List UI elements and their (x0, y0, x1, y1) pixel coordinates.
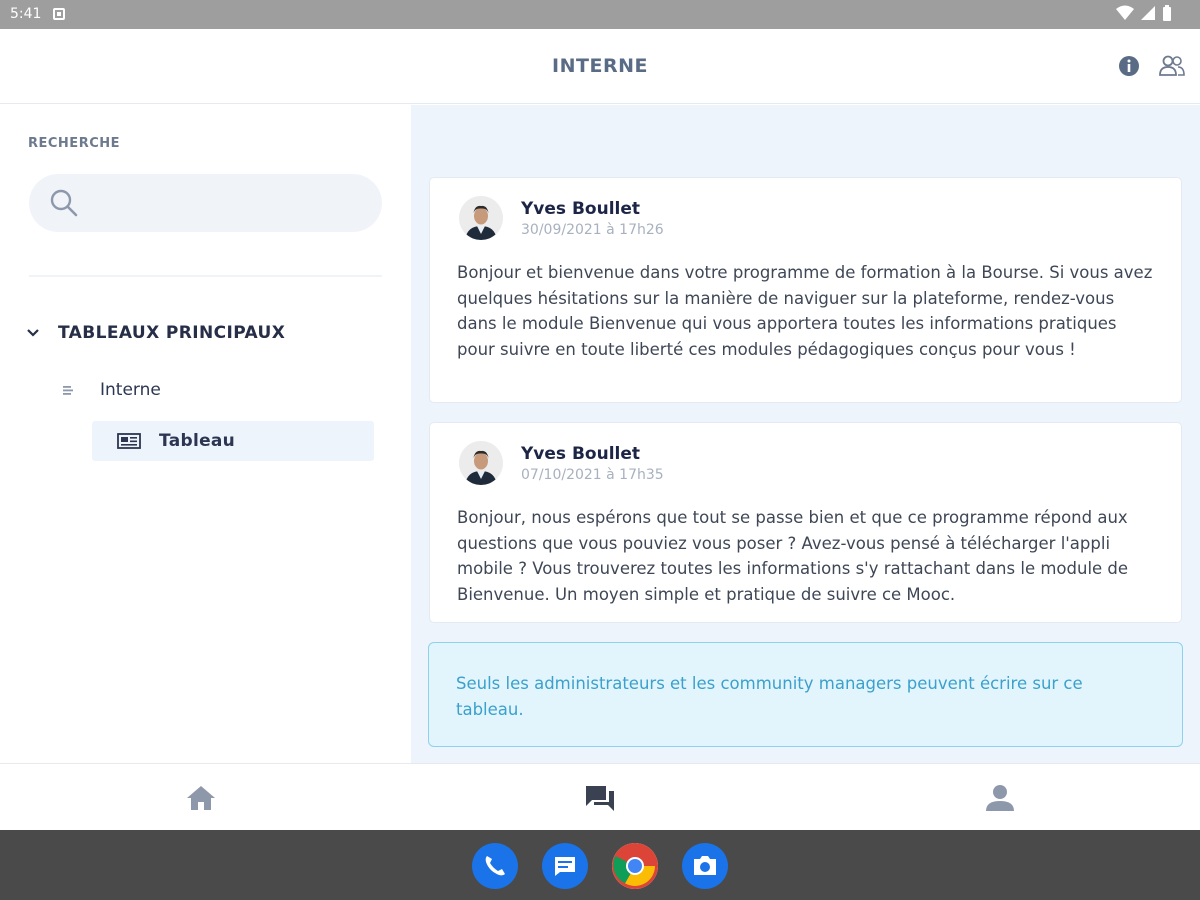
avatar[interactable] (459, 441, 503, 485)
page-title: INTERNE (552, 55, 648, 77)
write-permission-notice: Seuls les administrateurs et les communi… (428, 642, 1183, 747)
sidebar-item-label: Tableau (159, 431, 236, 451)
board-feed: Yves Boullet 30/09/2021 à 17h26 Bonjour … (411, 105, 1200, 763)
phone-icon[interactable] (472, 843, 518, 889)
post-date: 07/10/2021 à 17h35 (521, 467, 664, 483)
chat-icon[interactable] (582, 780, 618, 816)
search-icon (50, 189, 78, 217)
wifi-icon (1116, 5, 1134, 20)
post-card: Yves Boullet 07/10/2021 à 17h35 Bonjour,… (429, 422, 1182, 623)
post-author[interactable]: Yves Boullet (521, 444, 640, 464)
profile-icon[interactable] (982, 780, 1018, 816)
system-icons (1116, 5, 1172, 21)
section-title: TABLEAUX PRINCIPAUX (58, 323, 286, 343)
post-date: 30/09/2021 à 17h26 (521, 222, 664, 238)
signal-icon (1141, 6, 1155, 20)
home-icon[interactable] (183, 780, 219, 816)
messages-icon[interactable] (542, 843, 588, 889)
list-icon (63, 386, 73, 395)
bottom-navigation (0, 763, 1200, 830)
sidebar-item-label: Interne (100, 380, 161, 400)
app-header: INTERNE (0, 29, 1200, 104)
battery-icon (1163, 5, 1171, 21)
board-icon (117, 433, 141, 449)
chrome-icon[interactable] (612, 843, 658, 889)
status-time: 5:41 (10, 6, 42, 22)
post-card: Yves Boullet 30/09/2021 à 17h26 Bonjour … (429, 177, 1182, 403)
android-dock (0, 830, 1200, 900)
members-icon[interactable] (1158, 54, 1186, 78)
section-main-boards[interactable]: TABLEAUX PRINCIPAUX (24, 323, 285, 343)
author-photo (459, 441, 503, 485)
sidebar-item-tableau[interactable]: Tableau (92, 421, 374, 461)
avatar[interactable] (459, 196, 503, 240)
author-photo (459, 196, 503, 240)
sidebar: RECHERCHE TABLEAUX PRINCIPAUX Interne Ta… (0, 105, 411, 763)
search-input[interactable] (97, 174, 367, 232)
chevron-down-icon[interactable] (24, 327, 42, 339)
camera-icon[interactable] (682, 843, 728, 889)
search-label: RECHERCHE (28, 136, 121, 151)
search-field[interactable] (29, 174, 382, 232)
info-icon[interactable] (1118, 55, 1140, 77)
notification-icon (53, 8, 65, 20)
post-body: Bonjour, nous espérons que tout se passe… (457, 508, 1129, 604)
notice-text: Seuls les administrateurs et les communi… (456, 674, 1083, 719)
sidebar-divider (29, 275, 382, 277)
post-body: Bonjour et bienvenue dans votre programm… (457, 263, 1153, 359)
post-author[interactable]: Yves Boullet (521, 199, 640, 219)
sidebar-item-interne[interactable]: Interne (60, 380, 161, 400)
status-bar: 5:41 (0, 0, 1200, 29)
